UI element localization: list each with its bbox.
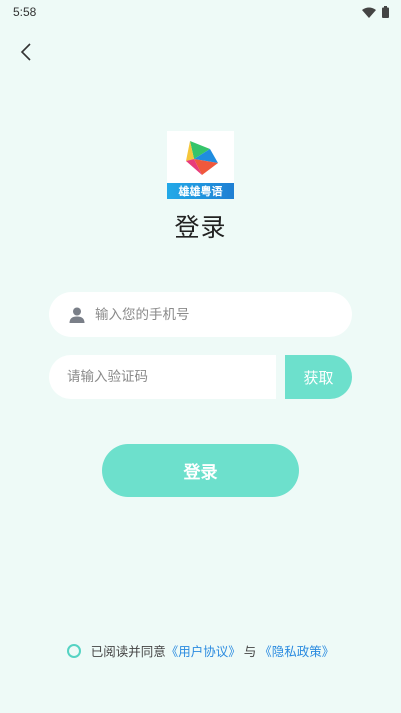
battery-icon — [382, 6, 389, 18]
agree-checkbox[interactable] — [66, 643, 81, 658]
privacy-policy-link[interactable]: 《隐私政策》 — [259, 641, 334, 660]
status-bar: 5:58 — [0, 0, 401, 24]
phone-input[interactable] — [95, 306, 295, 323]
login-button[interactable]: 登录 — [102, 444, 299, 497]
wifi-icon — [362, 7, 376, 18]
verification-code-input[interactable] — [67, 369, 267, 385]
phone-field[interactable] — [49, 292, 352, 337]
agreement-prefix: 已阅读并同意 — [90, 644, 166, 659]
chevron-left-icon — [20, 43, 32, 65]
logo-banner: 雄雄粤语 — [167, 183, 234, 199]
agreement-row: 已阅读并同意 《用户协议》 与 《隐私政策》 — [0, 641, 401, 660]
page-title: 登录 — [174, 213, 227, 242]
verification-code-field[interactable] — [49, 355, 276, 399]
user-agreement-link[interactable]: 《用户协议》 — [166, 641, 241, 660]
agreement-joiner: 与 — [243, 644, 257, 659]
get-code-button[interactable]: 获取 — [285, 355, 352, 399]
status-icons — [362, 6, 389, 18]
app-logo: 雄雄粤语 — [167, 131, 234, 199]
status-time: 5:58 — [13, 5, 37, 19]
user-icon — [68, 306, 86, 324]
logo-mark-icon — [184, 139, 220, 181]
back-button[interactable] — [12, 40, 40, 68]
